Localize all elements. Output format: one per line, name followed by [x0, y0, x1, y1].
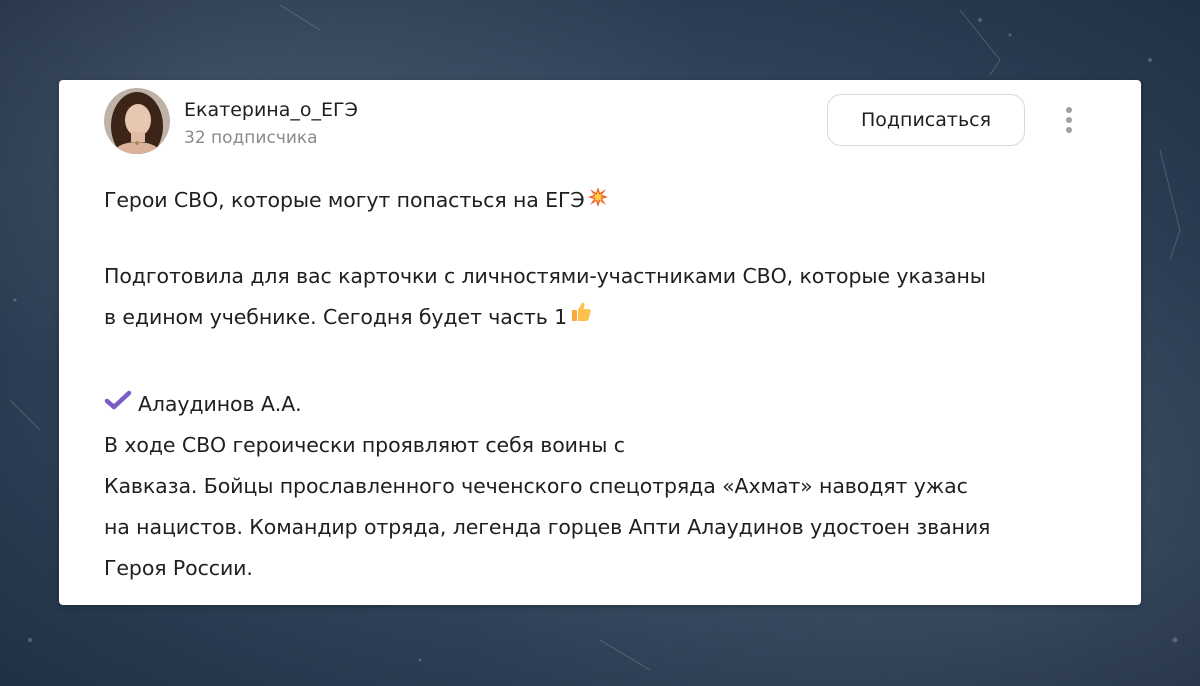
collision-icon	[587, 181, 609, 222]
thumbs-up-icon	[569, 297, 593, 338]
more-options-button[interactable]	[1057, 102, 1081, 138]
item-heading: Алаудинов А.А.	[138, 392, 302, 416]
item-line-1: В ходе СВО героически проявляют себя вои…	[104, 433, 625, 457]
intro-line-1: Подготовила для вас карточки с личностям…	[104, 263, 986, 288]
item-line-2: Кавказа. Бойцы прославленного чеченского…	[104, 474, 968, 498]
post-body: Герои СВО, которые могут попасться на ЕГ…	[104, 180, 1104, 589]
post-title: Герои СВО, которые могут попасться на ЕГ…	[104, 188, 585, 212]
author-name[interactable]: Екатерина_о_ЕГЭ	[184, 99, 358, 121]
check-mark-icon	[104, 383, 132, 424]
intro-line-2-wrap: в едином учебнике. Сегодня будет часть 1	[104, 297, 1104, 339]
item-line-4: Героя России.	[104, 556, 253, 580]
subscribe-button[interactable]: Подписаться	[827, 94, 1025, 146]
item-line-3: на нацистов. Командир отряда, легенда го…	[104, 515, 991, 539]
post-card: Екатерина_о_ЕГЭ 32 подписчика Подписатьс…	[59, 80, 1141, 605]
subscriber-count: 32 подписчика	[184, 128, 318, 148]
avatar[interactable]	[104, 88, 170, 154]
avatar-image	[104, 88, 170, 154]
intro-line-2: в едином учебнике. Сегодня будет часть 1	[104, 304, 568, 329]
vertical-dots-icon	[1066, 107, 1072, 133]
item-heading-line: Алаудинов А.А.	[104, 384, 1104, 425]
post-title-line: Герои СВО, которые могут попасться на ЕГ…	[104, 180, 1104, 222]
